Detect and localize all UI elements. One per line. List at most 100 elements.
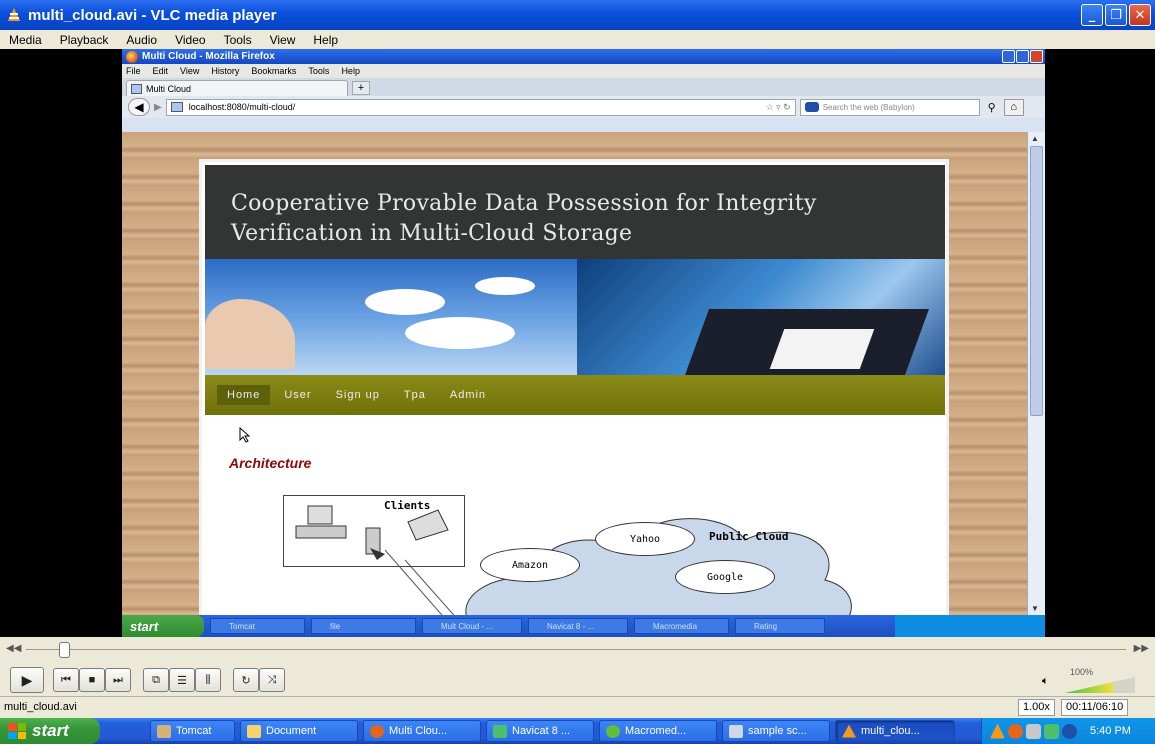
firefox-tray-icon[interactable] [1008, 723, 1023, 739]
back-arrow-icon: ◀ [128, 98, 150, 116]
menu-media[interactable]: Media [0, 33, 51, 47]
node-yahoo: Yahoo [595, 522, 695, 556]
taskbar-item-navicat[interactable]: Navicat 8 ... [486, 720, 594, 742]
minimize-button[interactable]: _ [1081, 4, 1103, 26]
maximize-button[interactable]: ❐ [1105, 4, 1127, 26]
taskbar-item-firefox[interactable]: Multi Clou... [363, 720, 481, 742]
ff-menu-history: History [211, 66, 240, 76]
page-viewport: Cooperative Provable Data Possession for… [122, 132, 1027, 615]
inner-tray [895, 615, 1045, 637]
network-icon[interactable] [1026, 723, 1041, 739]
extended-settings-button[interactable]: ⫼ [195, 668, 221, 692]
seek-handle[interactable] [59, 642, 70, 658]
menu-help[interactable]: Help [304, 33, 347, 47]
mouse-cursor-icon [239, 427, 251, 443]
taskbar-item-macromedia[interactable]: Macromed... [599, 720, 717, 742]
volume-slider[interactable] [1065, 677, 1135, 693]
babylon-icon [804, 102, 819, 112]
status-filename: multi_cloud.avi [4, 701, 77, 713]
start-button[interactable]: start [0, 718, 100, 744]
nav-home: Home [217, 385, 271, 405]
menu-tools[interactable]: Tools [215, 33, 261, 47]
ff-menu-tools: Tools [308, 66, 330, 76]
menu-video[interactable]: Video [166, 33, 214, 47]
menu-audio[interactable]: Audio [117, 33, 166, 47]
site-identity-icon [170, 102, 183, 112]
search-tray-icon[interactable] [1062, 723, 1077, 739]
menu-view[interactable]: View [261, 33, 305, 47]
firefox-icon [126, 50, 138, 63]
previous-button[interactable]: ⏮ [53, 668, 79, 692]
start-label: start [32, 721, 69, 740]
system-tray: 5:40 PM [981, 718, 1155, 744]
inner-task: file [311, 618, 416, 634]
taskbar-item-sample[interactable]: sample sc... [722, 720, 830, 742]
playlist-button[interactable]: ☰ [169, 668, 195, 692]
ff-search-box: Search the web (Babylon) [799, 98, 980, 116]
page-favicon-icon [131, 83, 142, 94]
taskbar-item-vlc[interactable]: multi_clou... [835, 720, 955, 742]
taskbar-item-tomcat[interactable]: Tomcat [150, 720, 235, 742]
inner-task: Tomcat [210, 618, 305, 634]
fullscreen-button[interactable]: ⧉ [143, 668, 169, 692]
cloud-diagram-shape [370, 518, 852, 615]
speaker-icon[interactable]: 🔈︎ [1042, 675, 1049, 688]
scroll-down-icon: ▼ [1031, 604, 1039, 613]
play-button[interactable]: ▶ [10, 667, 44, 693]
vlc-tray-icon[interactable] [990, 723, 1005, 739]
section-heading: Architecture [229, 455, 312, 471]
security-icon[interactable] [1044, 723, 1059, 739]
search-magnifier-icon: ⚲ [987, 101, 996, 114]
taskbar-item-label: Tomcat [176, 725, 212, 737]
web-page: Cooperative Provable Data Possession for… [199, 159, 949, 615]
inner-start-button: start [122, 615, 204, 637]
home-icon: ⌂ [1003, 98, 1024, 116]
next-button[interactable]: ⏭ [105, 668, 131, 692]
ff-menu-view: View [180, 66, 200, 76]
page-nav: Home User Sign up Tpa Admin [205, 375, 945, 415]
firefox-icon [370, 724, 384, 738]
vlc-cone-icon [8, 8, 20, 21]
video-area[interactable]: Multi Cloud - Mozilla Firefox File Edit … [0, 49, 1155, 637]
scroll-up-icon: ▲ [1031, 134, 1039, 143]
page-title: Cooperative Provable Data Possession for… [231, 191, 817, 246]
nav-signup: Sign up [335, 389, 380, 401]
firefox-window: Multi Cloud - Mozilla Firefox File Edit … [122, 49, 1045, 637]
sky-image [205, 259, 577, 375]
playback-rate[interactable]: 1.00x [1018, 699, 1055, 716]
bookmark-star-icon: ☆ ▿ ↻ [765, 101, 791, 112]
ff-tab-label: Multi Cloud [146, 83, 192, 94]
firefox-title: Multi Cloud - Mozilla Firefox [142, 51, 275, 62]
window-title: multi_cloud.avi - VLC media player [28, 6, 277, 24]
macromedia-icon [606, 724, 620, 738]
volume-percent: 100% [1070, 667, 1094, 677]
elapsed-time[interactable]: 00:11/06:10 [1061, 699, 1129, 716]
inner-task: Mult Cloud - ... [422, 618, 522, 634]
taskbar-item-document[interactable]: Document [240, 720, 358, 742]
page-content: Architecture Clients Public Cloud Yahoo … [205, 415, 945, 615]
firefox-tab-strip: Multi Cloud + [122, 78, 1045, 96]
taskbar-item-label: Macromed... [625, 725, 687, 737]
ff-menu-help: Help [341, 66, 360, 76]
loop-button[interactable]: ↻ [233, 668, 259, 692]
ff-close-button [1030, 50, 1043, 63]
fast-forward-icon[interactable]: ▶▶ [1134, 643, 1149, 654]
rewind-icon[interactable]: ◀◀ [6, 643, 21, 654]
ff-menu-file: File [126, 66, 141, 76]
taskbar-item-label: multi_clou... [861, 725, 920, 737]
close-button[interactable]: ✕ [1129, 4, 1151, 26]
shuffle-button[interactable]: ⤨ [259, 668, 285, 692]
firefox-menu-bar: File Edit View History Bookmarks Tools H… [122, 64, 1045, 78]
node-google: Google [675, 560, 775, 594]
taskbar-item-label: Multi Clou... [389, 725, 448, 737]
ff-menu-edit: Edit [152, 66, 169, 76]
stop-button[interactable]: ■ [79, 668, 105, 692]
seek-bar[interactable] [26, 649, 1126, 650]
taskbar-item-label: Document [266, 725, 317, 737]
seek-area: ◀◀ ▶▶ [0, 637, 1155, 663]
menu-playback[interactable]: Playback [51, 33, 118, 47]
ff-new-tab-button: + [352, 81, 370, 95]
nav-user: User [284, 389, 312, 401]
inner-task: Navicat 8 - ... [528, 618, 628, 634]
image-icon [729, 724, 743, 738]
